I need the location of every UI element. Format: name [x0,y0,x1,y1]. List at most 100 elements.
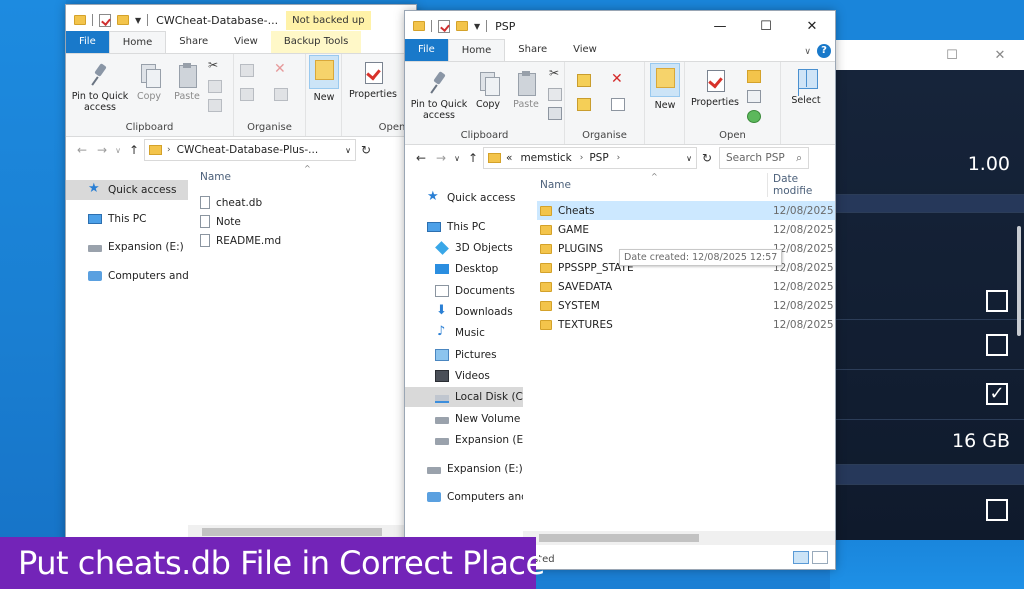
pin-quick-access-button[interactable]: Pin to Quick access [70,62,130,113]
table-row[interactable]: Cheats 12/08/2025 1 [537,201,835,220]
nav-quick-access[interactable]: Quick access [405,188,523,208]
tab-backup-tools[interactable]: Backup Tools [270,31,362,53]
open-icon[interactable] [747,70,761,83]
close-button[interactable]: ✕ [789,19,835,34]
settings-row[interactable]: 16 GB [830,420,1024,465]
settings-row[interactable] [830,270,1024,320]
up-icon[interactable]: ↑ [124,143,144,157]
table-row[interactable]: GAME 12/08/2025 1 [537,220,835,239]
copy-path-icon[interactable] [208,80,222,93]
minimize-ribbon-icon[interactable]: ∨ [804,47,811,57]
paste-shortcut-icon[interactable] [548,107,562,120]
nav-quick-access[interactable]: Quick access [66,180,188,200]
copy-button[interactable]: Copy [132,62,166,102]
breadcrumb-psp[interactable]: PSP [589,152,608,164]
refresh-icon[interactable]: ↻ [697,151,717,165]
paste-button[interactable]: Paste [170,62,204,102]
table-row[interactable]: SYSTEM 12/08/2025 1 [537,296,835,315]
nav-this-pc[interactable]: This PC [405,217,523,237]
move-to-icon[interactable] [577,74,591,87]
nav-3d-objects[interactable]: 3D Objects [405,238,523,258]
restore-button[interactable]: ☐ [928,48,976,63]
settings-row[interactable] [830,485,1024,540]
copy-to-icon[interactable] [240,88,254,101]
paste-button[interactable]: Paste [509,70,543,110]
nav-network[interactable]: Computers and [405,487,528,507]
recent-dropdown-icon[interactable]: ∨ [112,146,124,155]
nav-expansion-e[interactable]: Expansion (E:) [405,459,523,479]
large-icons-view-button[interactable] [812,551,828,564]
properties-button[interactable]: Properties [346,60,400,100]
overflow-chevron[interactable]: « [506,152,512,164]
forward-icon[interactable]: → [92,143,112,157]
nav-new-volume[interactable]: New Volume (I [405,409,531,429]
help-icon[interactable]: ? [817,44,831,58]
refresh-icon[interactable]: ↻ [356,143,376,157]
rename-icon[interactable] [611,98,625,111]
settings-row[interactable]: ✓ [830,370,1024,420]
settings-row[interactable] [830,320,1024,370]
delete-icon[interactable] [611,71,625,87]
tab-share[interactable]: Share [166,31,221,53]
new-folder-button[interactable]: New [648,63,682,111]
cut-icon[interactable] [207,58,221,73]
history-icon[interactable] [747,110,761,123]
tab-file[interactable]: File [66,31,109,53]
nav-network[interactable]: Computers and [66,266,189,286]
nav-local-disk-c[interactable]: Local Disk (C:) [405,387,531,407]
tab-view[interactable]: View [221,31,271,53]
address-bar[interactable]: « memstick › PSP › ∨ [483,147,697,169]
new-folder-icon[interactable] [117,15,129,25]
rename-icon[interactable] [274,88,288,101]
cut-icon[interactable] [548,66,562,81]
customize-dropdown-icon[interactable]: ▼ [474,22,480,31]
tab-view[interactable]: View [560,39,610,61]
scroll-thumb[interactable] [202,528,382,536]
new-folder-button[interactable]: New [308,55,340,103]
tab-home[interactable]: Home [108,31,167,53]
nav-expansion-e-sub[interactable]: Expansion (E:) [405,430,531,450]
back-icon[interactable]: ← [411,151,431,165]
setting-checkbox[interactable] [986,499,1008,521]
nav-pictures[interactable]: Pictures [405,345,523,365]
tab-home[interactable]: Home [447,39,506,61]
list-item[interactable]: cheat.db [200,193,262,212]
minimize-button[interactable]: — [697,19,743,34]
copy-path-icon[interactable] [548,88,562,101]
search-input[interactable]: Search PSP ⌕ [719,147,809,169]
pin-quick-access-button[interactable]: Pin to Quick access [407,70,471,121]
settings-row[interactable]: 1.00 [830,125,1024,195]
address-bar[interactable]: › CWCheat-Database-Plus-... ∨ [144,139,356,161]
copy-to-icon[interactable] [577,98,591,111]
scrollbar[interactable] [1017,226,1021,336]
setting-checkbox[interactable] [986,290,1008,312]
table-row[interactable]: SAVEDATA 12/08/2025 1 [537,277,835,296]
column-header-date[interactable]: Date modifie [767,173,835,197]
properties-button[interactable]: Properties [687,68,743,108]
nav-documents[interactable]: Documents [405,281,523,301]
list-item[interactable]: README.md [200,231,281,250]
nav-music[interactable]: Music [405,323,523,343]
maximize-button[interactable]: ☐ [743,19,789,34]
select-button[interactable]: Select [785,66,827,106]
nav-downloads[interactable]: Downloads [405,302,523,322]
column-header-name[interactable]: Name [200,165,231,189]
recent-dropdown-icon[interactable]: ∨ [451,154,463,163]
close-button[interactable]: ✕ [976,48,1024,63]
horizontal-scrollbar[interactable] [523,531,835,545]
move-to-icon[interactable] [240,64,254,77]
list-item[interactable]: Note [200,212,241,231]
new-folder-icon[interactable] [456,21,468,31]
scroll-thumb[interactable] [539,534,699,542]
delete-icon[interactable] [274,61,288,77]
setting-checkbox[interactable]: ✓ [986,383,1008,405]
nav-this-pc[interactable]: This PC [66,209,188,229]
nav-expansion-drive[interactable]: Expansion (E:) [66,237,188,257]
nav-videos[interactable]: Videos [405,366,523,386]
chevron-down-icon[interactable]: ∨ [686,154,692,163]
breadcrumb-memstick[interactable]: memstick [520,152,571,164]
tab-share[interactable]: Share [505,39,560,61]
properties-check-icon[interactable] [438,19,450,33]
back-icon[interactable]: ← [72,143,92,157]
paste-shortcut-icon[interactable] [208,99,222,112]
